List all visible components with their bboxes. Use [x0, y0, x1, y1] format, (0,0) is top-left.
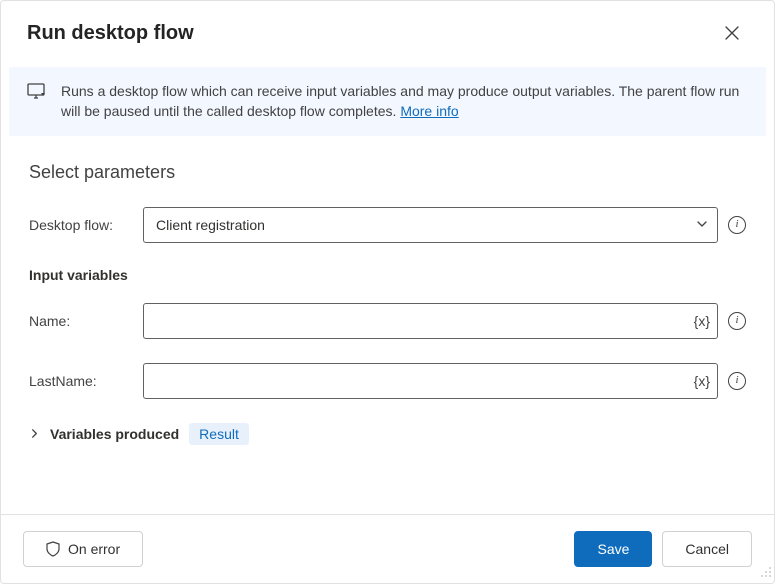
input-variables-heading: Input variables	[29, 267, 746, 283]
dialog-body: Select parameters Desktop flow: Client r…	[1, 136, 774, 514]
close-icon	[725, 26, 739, 40]
name-label: Name:	[29, 313, 133, 329]
on-error-label: On error	[68, 541, 120, 557]
cancel-button[interactable]: Cancel	[662, 531, 752, 567]
select-parameters-heading: Select parameters	[29, 162, 746, 183]
desktop-flow-label: Desktop flow:	[29, 217, 133, 233]
result-variable-pill[interactable]: Result	[189, 423, 249, 445]
name-info-icon[interactable]: i	[728, 312, 746, 330]
dialog-footer: On error Save Cancel	[1, 514, 774, 583]
more-info-link[interactable]: More info	[400, 103, 458, 119]
dialog-header: Run desktop flow	[1, 1, 774, 59]
name-input-wrap: {x}	[143, 303, 718, 339]
close-button[interactable]	[716, 17, 748, 49]
name-input[interactable]	[143, 303, 718, 339]
chevron-right-icon[interactable]	[29, 428, 40, 439]
desktop-flow-select[interactable]: Client registration	[143, 207, 718, 243]
desktop-flow-row: Desktop flow: Client registration i	[29, 207, 746, 243]
lastname-input[interactable]	[143, 363, 718, 399]
variable-token-icon[interactable]: {x}	[694, 313, 710, 329]
variables-produced-label[interactable]: Variables produced	[50, 426, 179, 442]
name-row: Name: {x} i	[29, 303, 746, 339]
run-desktop-flow-dialog: Run desktop flow Runs a desktop flow whi…	[0, 0, 775, 584]
lastname-label: LastName:	[29, 373, 133, 389]
desktop-flow-value: Client registration	[156, 217, 265, 233]
desktop-flow-select-wrap: Client registration	[143, 207, 718, 243]
variable-token-icon[interactable]: {x}	[694, 373, 710, 389]
lastname-input-wrap: {x}	[143, 363, 718, 399]
on-error-button[interactable]: On error	[23, 531, 143, 567]
info-banner: Runs a desktop flow which can receive in…	[9, 67, 766, 136]
footer-right: Save Cancel	[574, 531, 752, 567]
desktop-flow-icon	[27, 83, 47, 106]
lastname-info-icon[interactable]: i	[728, 372, 746, 390]
variables-produced-row: Variables produced Result	[29, 423, 746, 445]
info-banner-text: Runs a desktop flow which can receive in…	[61, 81, 748, 122]
save-button[interactable]: Save	[574, 531, 652, 567]
dialog-title: Run desktop flow	[27, 22, 194, 45]
lastname-row: LastName: {x} i	[29, 363, 746, 399]
shield-icon	[46, 541, 60, 557]
desktop-flow-info-icon[interactable]: i	[728, 216, 746, 234]
